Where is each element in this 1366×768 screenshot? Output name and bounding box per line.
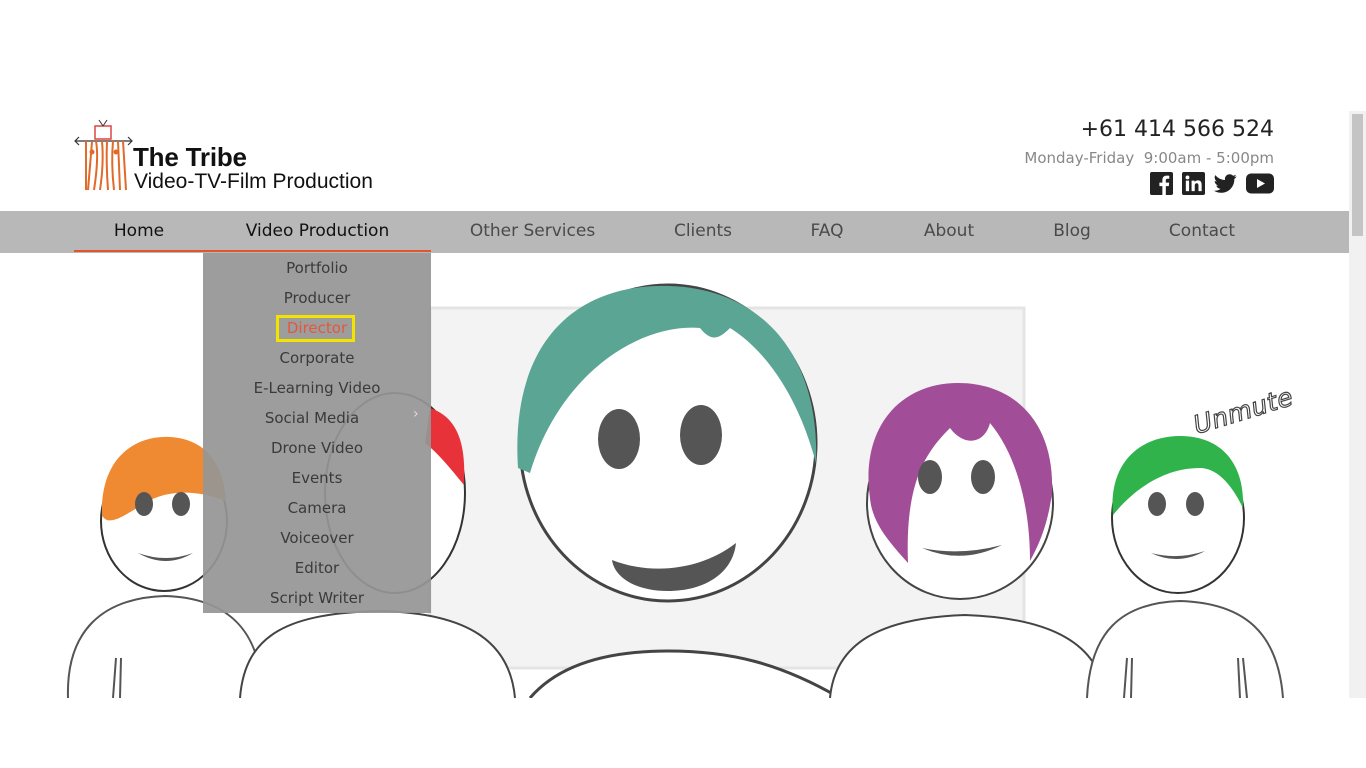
business-hours: Monday-Friday 9:00am - 5:00pm [1024,149,1274,167]
video-production-dropdown: Portfolio Producer Director Corporate E-… [203,253,431,613]
dropdown-item-events[interactable]: Events [203,463,431,493]
director-highlight-box [276,315,355,342]
tribe-tv-figures-logo-icon [74,119,133,191]
dropdown-item-drone-video[interactable]: Drone Video [203,433,431,463]
dropdown-item-corporate[interactable]: Corporate [203,343,431,373]
dropdown-item-voiceover[interactable]: Voiceover [203,523,431,553]
main-nav: Home Video Production Other Services Cli… [0,211,1349,253]
dropdown-item-social-media[interactable]: Social Media [203,403,421,433]
dropdown-item-script-writer[interactable]: Script Writer [203,583,431,613]
site-logo[interactable]: The Tribe Video-TV-Film Production [74,118,414,194]
twitter-icon[interactable] [1214,172,1237,195]
nav-item-other-services[interactable]: Other Services [452,211,613,253]
dropdown-item-portfolio[interactable]: Portfolio [203,253,431,283]
linkedin-icon[interactable] [1182,172,1205,195]
facebook-icon[interactable] [1150,172,1173,195]
brand-subtitle: Video-TV-Film Production [134,170,373,193]
nav-item-blog[interactable]: Blog [1030,211,1114,253]
nav-active-underline [74,250,431,252]
nav-item-home[interactable]: Home [74,211,204,253]
nav-item-faq[interactable]: FAQ [788,211,866,253]
phone-number[interactable]: +61 414 566 524 [1024,116,1274,144]
scrollbar-thumb[interactable] [1352,114,1363,236]
nav-item-clients[interactable]: Clients [650,211,756,253]
dropdown-item-producer[interactable]: Producer [203,283,431,313]
chevron-right-icon: › [413,406,419,422]
brand-title: The Tribe [133,142,247,172]
dropdown-item-e-learning-video[interactable]: E-Learning Video [203,373,431,403]
dropdown-item-camera[interactable]: Camera [203,493,431,523]
nav-item-contact[interactable]: Contact [1146,211,1258,253]
nav-item-about[interactable]: About [900,211,998,253]
youtube-icon[interactable] [1246,172,1274,195]
dropdown-item-editor[interactable]: Editor [203,553,431,583]
page-scrollbar[interactable] [1349,111,1366,698]
social-links [1150,172,1274,195]
contact-info: +61 414 566 524 Monday-Friday 9:00am - 5… [1024,116,1274,168]
nav-item-video-production[interactable]: Video Production [204,211,431,253]
